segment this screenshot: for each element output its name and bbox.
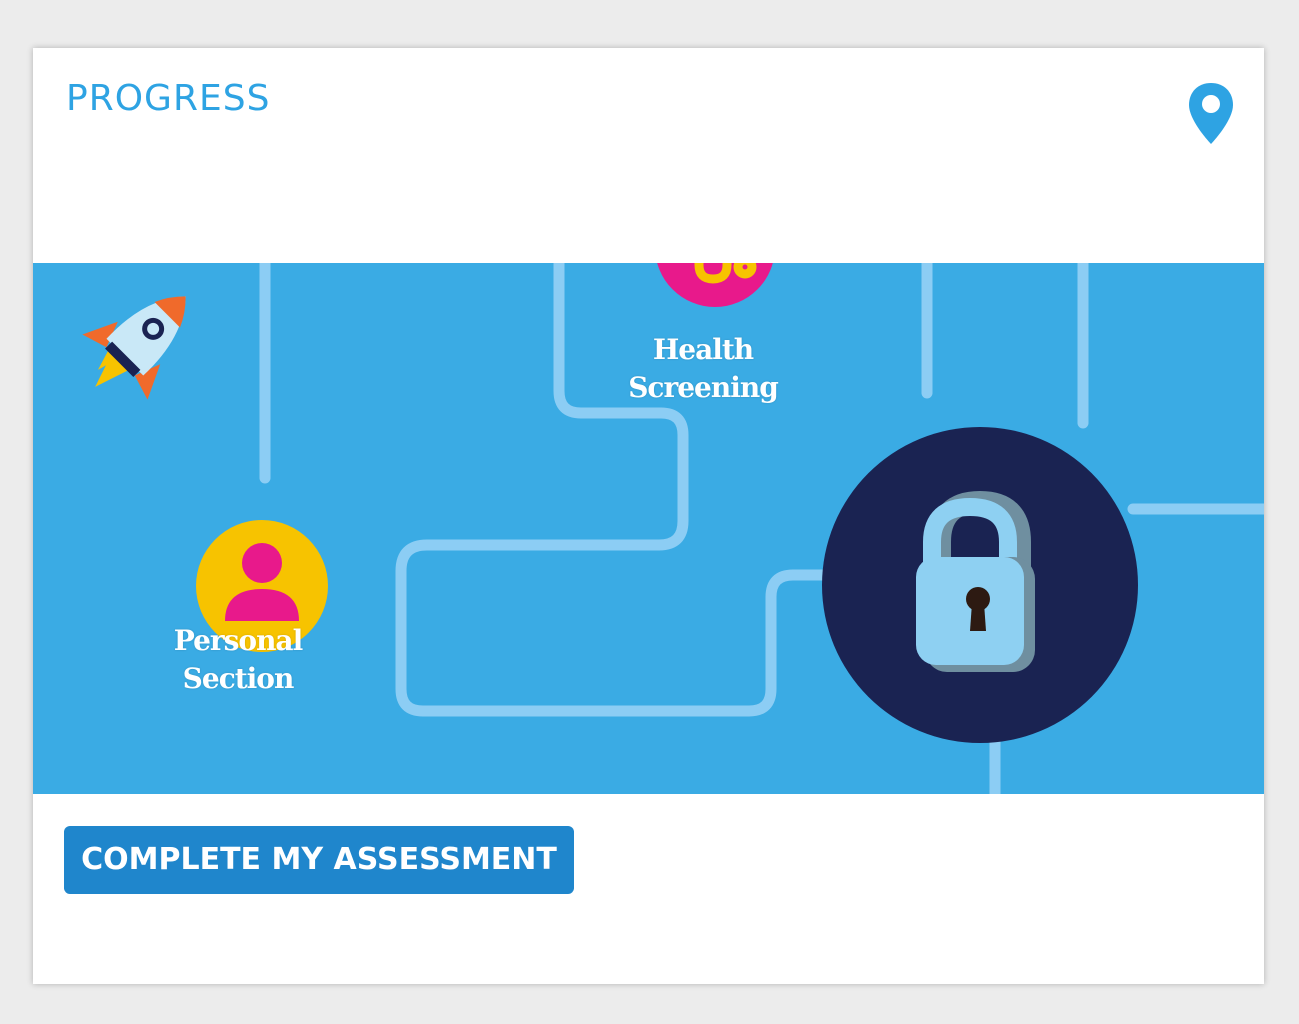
health-screening-label: Health Screening [593,331,813,407]
health-label-line1: Health [652,333,754,366]
journey-map: Health Screening Personal Section [33,263,1264,794]
health-screening-node[interactable] [655,263,775,313]
map-pin-icon[interactable] [1186,81,1236,147]
card-title: PROGRESS [66,78,271,119]
locked-node[interactable] [820,427,1140,747]
personal-section-label: Personal Section [128,622,348,698]
health-label-line2: Screening [628,371,779,404]
complete-assessment-button[interactable]: COMPLETE MY ASSESSMENT [64,826,574,894]
personal-label-line2: Section [182,662,295,695]
personal-label-line1: Personal [173,624,303,657]
progress-card: PROGRESS Health Screening Personal Secti… [33,48,1264,984]
rocket-icon [82,296,186,400]
